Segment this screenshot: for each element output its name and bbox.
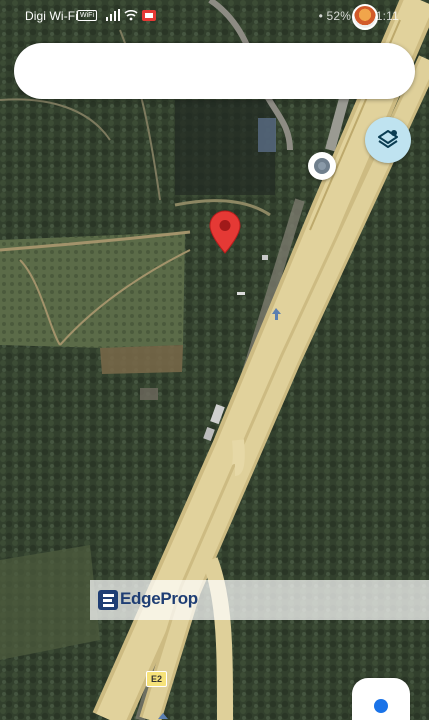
edgeprop-logo-icon	[98, 590, 118, 610]
search-bar[interactable]	[14, 43, 415, 99]
map-screen: Digi Wi-Fi WiFi • 52% ▭ 11:11	[0, 0, 429, 720]
plantation-field	[0, 232, 185, 348]
my-location-button[interactable]	[352, 678, 410, 720]
layers-button[interactable]	[365, 117, 411, 163]
watermark-text: EdgeProp	[120, 589, 198, 608]
layers-icon	[378, 130, 398, 148]
wifi-badge: WiFi	[77, 10, 97, 21]
watermark-banner: EdgeProp	[90, 580, 429, 620]
profile-avatar[interactable]	[352, 4, 378, 30]
my-location-icon	[374, 699, 388, 713]
status-bar: Digi Wi-Fi WiFi • 52% ▭ 11:11	[0, 0, 429, 32]
road-shield-label: E2	[146, 671, 168, 687]
carrier-label: Digi Wi-Fi	[25, 9, 78, 23]
red-location-pin-icon[interactable]	[209, 210, 241, 254]
signal-icon	[106, 9, 120, 21]
grey-place-marker-icon[interactable]	[308, 152, 336, 180]
message-notification-icon	[142, 10, 156, 21]
wifi-icon	[124, 9, 138, 21]
